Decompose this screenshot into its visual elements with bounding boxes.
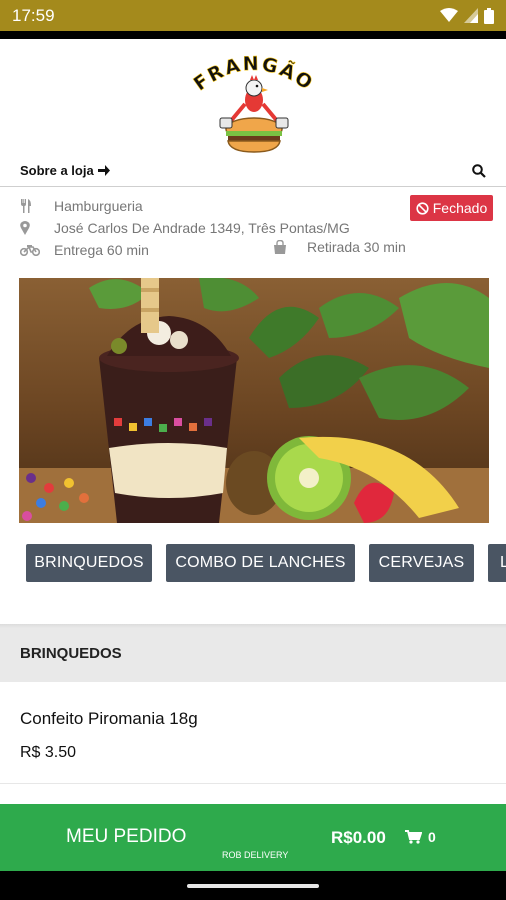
brand-label: ROB DELIVERY bbox=[222, 850, 289, 860]
category-tab-cervejas[interactable]: CERVEJAS bbox=[369, 544, 474, 582]
store-info: Hamburgueria José Carlos De Andrade 1349… bbox=[0, 195, 506, 261]
category-tab-brinquedos[interactable]: BRINQUEDOS bbox=[26, 544, 152, 582]
store-pickup-time: Retirada 30 min bbox=[307, 239, 406, 255]
order-total: R$0.00 bbox=[331, 828, 386, 847]
about-store-link[interactable]: Sobre a loja bbox=[20, 163, 110, 178]
store-category: Hamburgueria bbox=[54, 198, 143, 214]
store-pickup: Retirada 30 min bbox=[273, 239, 406, 255]
product-name: Confeito Piromania 18g bbox=[20, 709, 198, 728]
arrow-right-icon bbox=[97, 165, 110, 176]
app-bar-divider bbox=[0, 31, 506, 39]
status-bar: 17:59 bbox=[0, 0, 506, 31]
closed-circle-icon bbox=[416, 201, 429, 215]
status-icons bbox=[440, 7, 494, 24]
category-tab-combo-de-lanches[interactable]: COMBO DE LANCHES bbox=[166, 544, 355, 582]
my-order-bar[interactable]: MEU PEDIDO ROB DELIVERY R$0.00 0 bbox=[0, 804, 506, 871]
signal-icon bbox=[464, 8, 478, 23]
section-header: BRINQUEDOS bbox=[0, 624, 506, 682]
store-status-badge: Fechado bbox=[410, 195, 493, 221]
store-logo-area: FRANGÃO bbox=[0, 39, 506, 159]
chicken-burger-logo: FRANGÃO bbox=[189, 52, 316, 153]
product-item[interactable]: Confeito Piromania 18g R$ 3.50 bbox=[0, 682, 506, 784]
map-pin-icon bbox=[20, 221, 46, 235]
category-tabs: BRINQUEDOS COMBO DE LANCHES CERVEJAS L bbox=[0, 544, 506, 582]
category-tab-partial[interactable]: L bbox=[488, 544, 506, 582]
shopping-cart-icon bbox=[405, 830, 422, 844]
search-icon[interactable] bbox=[472, 163, 486, 178]
store-delivery-row: Entrega 60 min bbox=[0, 239, 506, 261]
section-title: BRINQUEDOS bbox=[20, 644, 122, 662]
wifi-icon bbox=[440, 8, 458, 22]
about-store-label: Sobre a loja bbox=[20, 163, 94, 178]
home-gesture-handle[interactable] bbox=[187, 884, 319, 888]
utensils-icon bbox=[20, 199, 46, 213]
shopping-bag-icon bbox=[273, 240, 299, 254]
motorcycle-icon bbox=[20, 244, 46, 256]
cart-count: 0 bbox=[428, 829, 436, 845]
status-time: 17:59 bbox=[12, 5, 55, 25]
my-order-label: MEU PEDIDO bbox=[66, 826, 187, 847]
store-address: José Carlos De Andrade 1349, Três Pontas… bbox=[54, 220, 350, 236]
cart-indicator: 0 bbox=[405, 829, 436, 845]
acai-dessert-image bbox=[19, 278, 489, 523]
store-logo: FRANGÃO bbox=[178, 42, 328, 157]
battery-icon bbox=[484, 7, 494, 24]
system-nav-bar bbox=[0, 871, 506, 900]
store-banner-image bbox=[19, 278, 489, 523]
store-delivery-time: Entrega 60 min bbox=[54, 242, 149, 258]
store-toolbar: Sobre a loja bbox=[0, 155, 506, 187]
store-status-label: Fechado bbox=[432, 200, 488, 216]
product-price: R$ 3.50 bbox=[20, 744, 77, 761]
